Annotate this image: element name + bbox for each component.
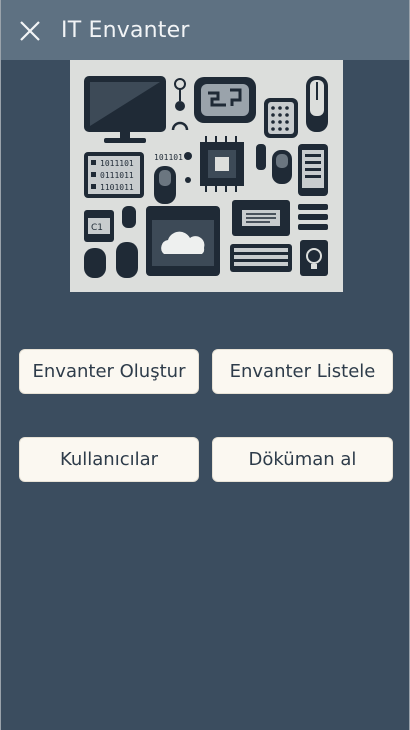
page-title: IT Envanter	[61, 17, 190, 43]
server-icon: 1011101 0111011 1101011	[84, 152, 144, 198]
hero-image: 1011101 0111011 1101011 101101 C1	[70, 60, 343, 292]
lightbulb-icon	[300, 240, 328, 276]
keyboard-icon	[230, 244, 292, 272]
list-inventory-button[interactable]: Envanter Listele	[212, 349, 393, 394]
phone-icon	[298, 144, 328, 196]
svg-text:101101: 101101	[154, 153, 183, 162]
chip-icon	[194, 77, 256, 123]
svg-text:1011101: 1011101	[100, 159, 134, 168]
svg-text:C1: C1	[91, 223, 103, 233]
users-button[interactable]: Kullanıcılar	[19, 437, 199, 482]
component-icon: C1	[84, 210, 114, 242]
cpu-icon	[200, 136, 244, 192]
it-hardware-illustration: 1011101 0111011 1101011 101101 C1	[70, 60, 343, 292]
get-document-button[interactable]: Döküman al	[212, 437, 393, 482]
app-window: IT Envanter 1011101 0111011 1101011 1011…	[0, 0, 410, 730]
circuit-board-icon	[232, 200, 290, 236]
svg-text:0111011: 0111011	[100, 171, 134, 180]
mouse-icon	[306, 76, 328, 132]
create-inventory-button[interactable]: Envanter Oluştur	[19, 349, 199, 394]
svg-text:1101011: 1101011	[100, 183, 134, 192]
speaker-icon	[264, 98, 298, 138]
cloud-laptop-icon	[146, 206, 220, 276]
title-bar: IT Envanter	[1, 0, 409, 60]
close-icon[interactable]	[17, 18, 43, 44]
